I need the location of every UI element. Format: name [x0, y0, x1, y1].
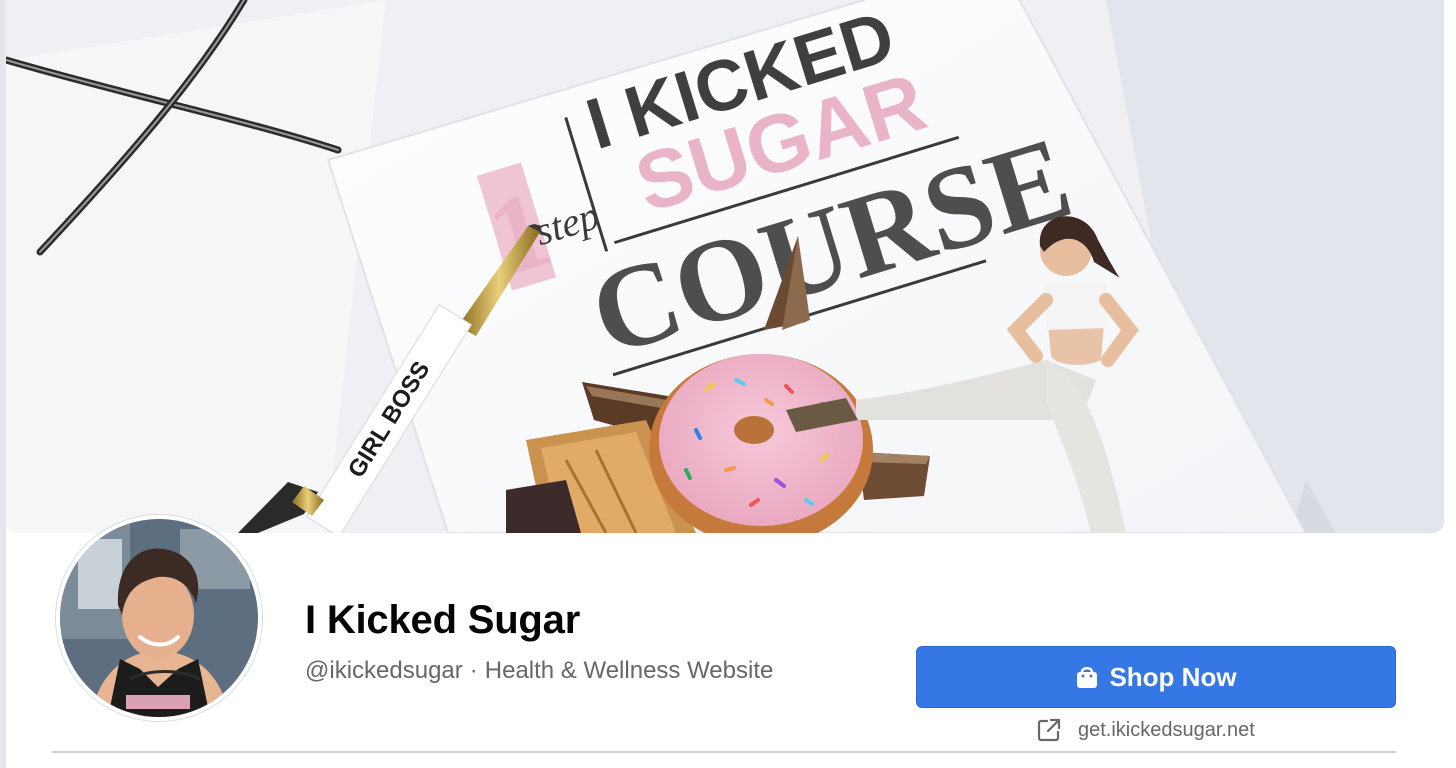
shop-now-label: Shop Now — [1109, 661, 1237, 692]
website-link[interactable]: get.ikickedsugar.net — [1036, 714, 1255, 746]
shopping-bag-icon — [1077, 666, 1098, 688]
website-link-label: get.ikickedsugar.net — [1078, 718, 1255, 741]
section-divider — [52, 751, 1396, 753]
meta-separator: · — [469, 657, 478, 684]
page-handle[interactable]: @ikickedsugar — [305, 657, 463, 684]
shop-now-button[interactable]: Shop Now — [916, 646, 1396, 708]
profile-avatar[interactable] — [56, 515, 262, 721]
profile-page: 1 step I KICKED SUGAR COURSE GIRL BOSS I… — [0, 0, 1456, 768]
cover-illustration: 1 step I KICKED SUGAR COURSE GIRL BOSS — [6, 0, 1444, 533]
avatar-photo — [60, 519, 258, 717]
page-category[interactable]: Health & Wellness Website — [485, 657, 774, 684]
external-link-icon — [1037, 718, 1061, 742]
cover-photo[interactable]: 1 step I KICKED SUGAR COURSE GIRL BOSS — [6, 0, 1444, 533]
page-subtitle: @ikickedsugar · Health & Wellness Website — [305, 657, 773, 685]
page-title: I Kicked Sugar — [305, 598, 581, 642]
